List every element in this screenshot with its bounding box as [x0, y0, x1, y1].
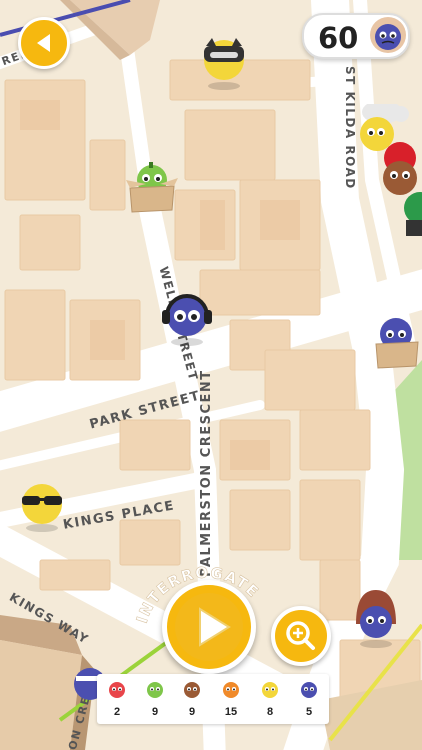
zoom-in-button[interactable] [271, 606, 331, 666]
score-badge: 60 [302, 13, 410, 59]
suspect-count-item: 2 [102, 679, 132, 718]
suspect-face-icon [301, 682, 317, 698]
suspect-count-item: 9 [177, 679, 207, 718]
suspect-face-icon [223, 682, 239, 698]
game-map-screen: ST KILDA ROAD WELLS STREET PARK STREET P… [0, 0, 422, 750]
suspect-count-value: 9 [151, 706, 159, 718]
suspect-yellow-sunglasses[interactable] [16, 482, 68, 532]
interrogate-play-button[interactable] [162, 580, 256, 674]
suspect-count-value: 8 [266, 706, 274, 718]
score-value: 60 [318, 21, 359, 55]
suspect-green-in-box[interactable] [126, 162, 178, 218]
suspect-count-value: 2 [113, 706, 121, 718]
suspect-count-item: 5 [294, 679, 324, 718]
suspect-count-value: 9 [188, 706, 196, 718]
suspect-count-item: 15 [216, 679, 246, 718]
street-label-st-kilda: ST KILDA ROAD [343, 66, 357, 190]
back-arrow-icon [37, 34, 50, 52]
play-icon [175, 593, 243, 661]
suspect-yellow-masked[interactable] [200, 36, 248, 92]
suspect-count-value: 15 [224, 706, 238, 718]
back-button[interactable] [18, 17, 70, 69]
suspect-blue-hooded[interactable] [350, 584, 402, 650]
avatar-blue-character-icon [375, 24, 401, 50]
suspect-count-item: 8 [255, 679, 285, 718]
suspect-green-partial[interactable] [400, 190, 422, 240]
suspect-face-icon [109, 682, 125, 698]
suspect-blue-in-box[interactable] [370, 316, 422, 372]
suspect-face-icon [262, 682, 278, 698]
suspect-face-icon [184, 682, 200, 698]
suspect-blue-headphones[interactable] [160, 290, 214, 346]
suspect-count-item: 9 [140, 679, 170, 718]
player-avatar[interactable] [370, 17, 406, 53]
suspect-counts-panel: 2 9 9 15 8 5 [97, 674, 329, 724]
suspect-count-value: 5 [305, 706, 313, 718]
suspect-face-icon [147, 682, 163, 698]
magnifier-plus-icon [286, 621, 315, 650]
